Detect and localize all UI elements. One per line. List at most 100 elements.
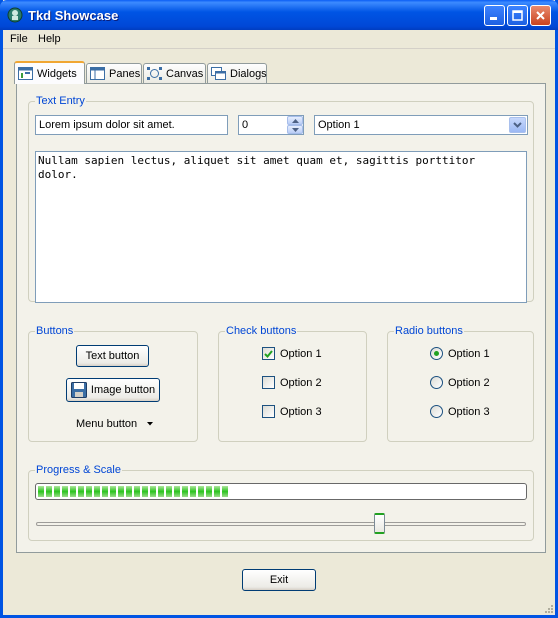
combobox-value: Option 1 (318, 119, 360, 131)
exit-button-label: Exit (269, 574, 289, 586)
tab-panes[interactable]: Panes (86, 63, 142, 83)
progress-segment (62, 486, 68, 497)
text-entry-group: Text Entry Lorem ipsum dolor sit amet. 0… (28, 95, 534, 303)
menu-button-label: Menu button (76, 418, 138, 430)
progress-segment (158, 486, 164, 497)
group-legend: Radio buttons (394, 325, 464, 337)
canvas-icon (147, 67, 162, 80)
radio-label: Option 1 (448, 347, 490, 360)
buttons-group: Buttons Text button Image button Menu bu… (28, 325, 198, 442)
progress-segment (54, 486, 60, 497)
progress-segment (134, 486, 140, 497)
close-icon (536, 11, 545, 20)
checkbox[interactable] (262, 347, 275, 360)
combobox-dropdown-button[interactable] (509, 117, 526, 133)
spin-up-button[interactable] (287, 116, 303, 125)
text-button-label: Text button (85, 350, 140, 362)
tab-label: Canvas (166, 67, 204, 80)
spin-down-button[interactable] (287, 125, 303, 134)
progress-bar (35, 483, 527, 500)
check-option-1[interactable]: Option 1 (262, 347, 322, 360)
tab-widgets[interactable]: Widgets (14, 61, 85, 84)
progress-segment (182, 486, 188, 497)
radio-buttons-group: Radio buttons Option 1 Option 2 Option 3 (387, 325, 534, 442)
check-option-2[interactable]: Option 2 (262, 376, 322, 389)
image-button[interactable]: Image button (66, 378, 160, 402)
progress-segment (38, 486, 44, 497)
progress-segment (166, 486, 172, 497)
radio-button[interactable] (430, 376, 443, 389)
save-icon (70, 382, 87, 398)
scale-track[interactable] (36, 522, 526, 526)
radio-option-3[interactable]: Option 3 (430, 405, 490, 418)
check-option-3[interactable]: Option 3 (262, 405, 322, 418)
progress-segment (46, 486, 52, 497)
combobox[interactable]: Option 1 (314, 115, 528, 135)
text-entry-field[interactable]: Lorem ipsum dolor sit amet. (35, 115, 228, 135)
tab-label: Panes (109, 67, 141, 80)
checkbox[interactable] (262, 376, 275, 389)
spinbox[interactable]: 0 (238, 115, 304, 135)
radio-label: Option 3 (448, 405, 490, 418)
progress-segment (214, 486, 220, 497)
dropdown-arrow-icon (147, 422, 154, 426)
menu-help[interactable]: Help (38, 33, 61, 45)
close-button[interactable] (530, 5, 551, 26)
progress-segment (94, 486, 100, 497)
progress-segment (150, 486, 156, 497)
resize-grip-icon[interactable] (543, 603, 553, 613)
dialogs-icon (211, 67, 226, 80)
check-label: Option 1 (280, 347, 322, 360)
minimize-button[interactable] (484, 5, 505, 26)
checkbox[interactable] (262, 405, 275, 418)
panes-icon (90, 67, 105, 80)
group-legend: Buttons (35, 325, 75, 337)
radio-label: Option 2 (448, 376, 490, 389)
maximize-icon (512, 10, 523, 21)
group-legend: Text Entry (35, 95, 86, 107)
menu-button[interactable]: Menu button (76, 418, 154, 430)
check-label: Option 2 (280, 376, 322, 389)
spinbox-value: 0 (242, 119, 249, 131)
progress-segment (198, 486, 204, 497)
tab-canvas[interactable]: Canvas (143, 63, 206, 83)
chevron-down-icon (513, 122, 522, 128)
radio-selected-dot (434, 351, 439, 356)
menu-bar: File Help (3, 30, 555, 49)
progress-segment (70, 486, 76, 497)
radio-button[interactable] (430, 405, 443, 418)
tab-dialogs[interactable]: Dialogs (207, 63, 267, 83)
progress-segment (86, 486, 92, 497)
arrow-down-icon (291, 127, 299, 132)
progress-segment (190, 486, 196, 497)
window-title: Tkd Showcase (28, 8, 119, 23)
arrow-up-icon (291, 118, 299, 123)
progress-fill (38, 486, 524, 497)
scale-thumb[interactable] (373, 513, 385, 534)
text-button[interactable]: Text button (76, 345, 149, 367)
maximize-button[interactable] (507, 5, 528, 26)
progress-segment (174, 486, 180, 497)
radio-button[interactable] (430, 347, 443, 360)
progress-segment (142, 486, 148, 497)
progress-scale-group: Progress & Scale (28, 464, 534, 541)
group-legend: Check buttons (225, 325, 298, 337)
minimize-icon (490, 17, 497, 20)
check-label: Option 3 (280, 405, 322, 418)
checkmark-icon (264, 349, 273, 358)
exit-button[interactable]: Exit (242, 569, 316, 591)
progress-segment (118, 486, 124, 497)
check-buttons-group: Check buttons Option 1 Option 2 Option 3 (218, 325, 367, 442)
widgets-icon (18, 67, 33, 80)
tab-label: Dialogs (230, 67, 267, 80)
title-bar[interactable]: Tkd Showcase (0, 0, 558, 30)
group-legend: Progress & Scale (35, 464, 122, 476)
main-window: Tkd Showcase File Help Widgets Panes Can… (0, 0, 558, 618)
radio-option-2[interactable]: Option 2 (430, 376, 490, 389)
menu-file[interactable]: File (10, 33, 28, 45)
radio-option-1[interactable]: Option 1 (430, 347, 490, 360)
tab-label: Widgets (37, 67, 77, 80)
text-area[interactable]: Nullam sapien lectus, aliquet sit amet q… (35, 151, 527, 303)
progress-segment (126, 486, 132, 497)
progress-segment (78, 486, 84, 497)
